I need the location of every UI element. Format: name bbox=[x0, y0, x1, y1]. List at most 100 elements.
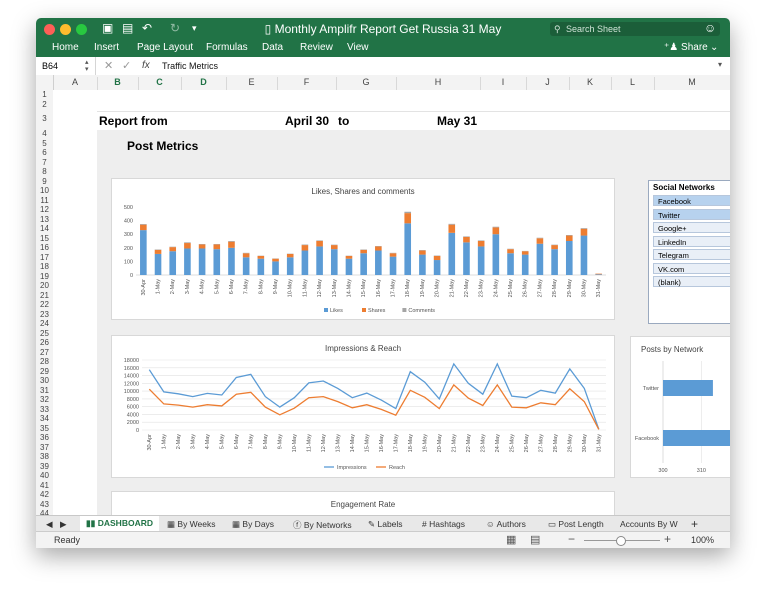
row-header-11[interactable]: 11 bbox=[36, 196, 53, 205]
cancel-edit-icon[interactable]: ✕ bbox=[104, 59, 113, 72]
likes-shares-comments-chart[interactable]: Likes, Shares and comments 0 100 200 300 400… bbox=[111, 178, 615, 320]
row-header-7[interactable]: 7 bbox=[36, 158, 53, 167]
row-header-16[interactable]: 16 bbox=[36, 243, 53, 252]
row-header-27[interactable]: 27 bbox=[36, 348, 53, 357]
slicer-item[interactable]: (blank) bbox=[653, 276, 730, 287]
row-header-33[interactable]: 33 bbox=[36, 405, 53, 414]
collapse-ribbon-icon[interactable]: ⌄ bbox=[710, 42, 718, 53]
row-header-5[interactable]: 5 bbox=[36, 139, 53, 148]
confirm-edit-icon[interactable]: ✓ bbox=[122, 59, 131, 72]
column-header-a[interactable]: A bbox=[53, 77, 98, 90]
slicer-item[interactable]: Facebook bbox=[653, 195, 730, 206]
slicer-item[interactable]: Twitter bbox=[653, 208, 730, 220]
column-header-j[interactable]: J bbox=[526, 77, 570, 90]
row-header-23[interactable]: 23 bbox=[36, 310, 53, 319]
row-header-30[interactable]: 30 bbox=[36, 376, 53, 385]
column-header-l[interactable]: L bbox=[611, 77, 655, 90]
zoom-slider[interactable] bbox=[584, 536, 660, 546]
zoom-slider-thumb[interactable] bbox=[616, 536, 626, 546]
search-sheet-input[interactable]: ⚲ Search Sheet bbox=[550, 22, 720, 36]
name-box-stepper-icon[interactable]: ▴ ▾ bbox=[85, 59, 89, 73]
column-header-f[interactable]: F bbox=[277, 77, 337, 90]
row-header-12[interactable]: 12 bbox=[36, 205, 53, 214]
row-header-36[interactable]: 36 bbox=[36, 433, 53, 442]
row-header-3[interactable]: 3 bbox=[36, 114, 53, 123]
slicer-item[interactable]: Google+ bbox=[653, 222, 730, 233]
sheet-tab-accounts-by-week[interactable]: Accounts By W bbox=[620, 519, 682, 529]
social-networks-slicer[interactable]: Social Networks Facebook Twitter Google+ Li… bbox=[648, 180, 730, 324]
column-header-e[interactable]: E bbox=[226, 77, 278, 90]
row-header-26[interactable]: 26 bbox=[36, 338, 53, 347]
row-header-18[interactable]: 18 bbox=[36, 262, 53, 271]
row-header-13[interactable]: 13 bbox=[36, 215, 53, 224]
tab-page-layout[interactable]: Page Layout bbox=[137, 42, 193, 53]
row-header-19[interactable]: 19 bbox=[36, 272, 53, 281]
slicer-item[interactable]: LinkedIn bbox=[653, 235, 730, 247]
row-header-14[interactable]: 14 bbox=[36, 224, 53, 233]
row-header-38[interactable]: 38 bbox=[36, 452, 53, 461]
row-header-15[interactable]: 15 bbox=[36, 234, 53, 243]
row-header-6[interactable]: 6 bbox=[36, 148, 53, 157]
share-button[interactable]: ⁺♟ Share bbox=[664, 42, 708, 53]
sheet-tab-by-days[interactable]: ▦ By Days bbox=[232, 519, 274, 530]
posts-by-network-chart[interactable]: Posts by Network 300310320TwitterFaceboo… bbox=[630, 336, 730, 478]
tab-home[interactable]: Home bbox=[52, 42, 79, 53]
row-header-31[interactable]: 31 bbox=[36, 386, 53, 395]
row-header-34[interactable]: 34 bbox=[36, 414, 53, 423]
sheet-tab-authors[interactable]: ☺ Authors bbox=[486, 519, 526, 529]
column-header-b[interactable]: B bbox=[97, 77, 139, 90]
row-header-32[interactable]: 32 bbox=[36, 395, 53, 404]
tab-insert[interactable]: Insert bbox=[94, 42, 119, 53]
row-header-41[interactable]: 41 bbox=[36, 481, 53, 490]
column-header-k[interactable]: K bbox=[569, 77, 612, 90]
prev-sheet-icon[interactable]: ◀ bbox=[46, 519, 53, 530]
row-header-10[interactable]: 10 bbox=[36, 186, 53, 195]
user-account-icon[interactable]: ☺ bbox=[704, 21, 716, 35]
row-header-35[interactable]: 35 bbox=[36, 424, 53, 433]
page-layout-view-button[interactable]: ▤ bbox=[530, 533, 540, 546]
row-header-20[interactable]: 20 bbox=[36, 281, 53, 290]
formula-input[interactable]: Traffic Metrics bbox=[162, 61, 218, 71]
next-sheet-icon[interactable]: ▶ bbox=[60, 519, 67, 530]
row-header-39[interactable]: 39 bbox=[36, 462, 53, 471]
worksheet-grid[interactable]: Report from April 30 to May 31 Post Metr… bbox=[53, 90, 730, 518]
sheet-tab-labels[interactable]: ✎ Labels bbox=[368, 519, 403, 530]
impressions-reach-chart[interactable]: Impressions & Reach 0 2000 4000 6000 8000 100… bbox=[111, 335, 615, 478]
row-header-1[interactable]: 1 bbox=[36, 90, 53, 99]
tab-data[interactable]: Data bbox=[262, 42, 283, 53]
row-header-42[interactable]: 42 bbox=[36, 490, 53, 499]
insert-function-button[interactable]: fx bbox=[142, 60, 150, 71]
row-header-17[interactable]: 17 bbox=[36, 253, 53, 262]
normal-view-button[interactable]: ▦ bbox=[506, 533, 516, 546]
column-header-i[interactable]: I bbox=[480, 77, 527, 90]
slicer-item[interactable]: Telegram bbox=[653, 249, 730, 260]
add-sheet-button[interactable]: + bbox=[691, 517, 698, 531]
row-header-22[interactable]: 22 bbox=[36, 300, 53, 309]
tab-formulas[interactable]: Formulas bbox=[206, 42, 248, 53]
sheet-tab-post-length[interactable]: ▭ Post Length bbox=[548, 519, 604, 530]
sheet-tab-by-weeks[interactable]: ▦ By Weeks bbox=[167, 519, 216, 530]
column-header-d[interactable]: D bbox=[181, 77, 227, 90]
row-header-25[interactable]: 25 bbox=[36, 329, 53, 338]
row-header-24[interactable]: 24 bbox=[36, 319, 53, 328]
row-header-9[interactable]: 9 bbox=[36, 177, 53, 186]
zoom-in-button[interactable]: + bbox=[664, 532, 671, 546]
row-header-28[interactable]: 28 bbox=[36, 357, 53, 366]
sheet-tab-by-networks[interactable]: ⓕ By Networks bbox=[293, 519, 352, 531]
row-header-8[interactable]: 8 bbox=[36, 167, 53, 176]
engagement-rate-chart[interactable]: Engagement Rate 3,50%3,00% bbox=[111, 491, 615, 518]
column-header-g[interactable]: G bbox=[336, 77, 397, 90]
row-header-2[interactable]: 2 bbox=[36, 100, 53, 109]
column-header-m[interactable]: M bbox=[654, 77, 730, 90]
expand-formula-bar-icon[interactable]: ▾ bbox=[718, 60, 722, 69]
tab-review[interactable]: Review bbox=[300, 42, 333, 53]
tab-view[interactable]: View bbox=[347, 42, 369, 53]
slicer-item[interactable]: VK.com bbox=[653, 262, 730, 274]
row-header-43[interactable]: 43 bbox=[36, 500, 53, 509]
zoom-out-button[interactable]: − bbox=[568, 532, 575, 546]
column-header-h[interactable]: H bbox=[396, 77, 481, 90]
row-header-4[interactable]: 4 bbox=[36, 129, 53, 138]
sheet-tab-hashtags[interactable]: # Hashtags bbox=[422, 519, 465, 529]
row-header-29[interactable]: 29 bbox=[36, 367, 53, 376]
row-header-21[interactable]: 21 bbox=[36, 291, 53, 300]
